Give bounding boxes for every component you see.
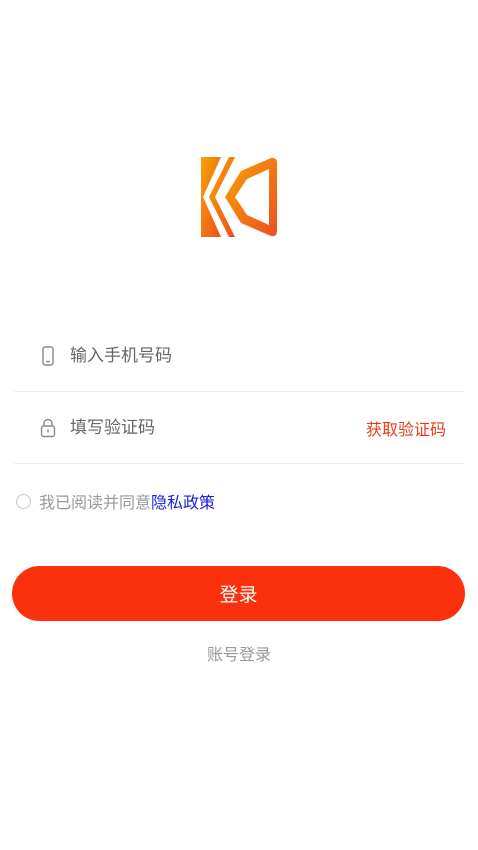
code-field: 获取验证码 xyxy=(14,392,464,464)
agree-text: 我已阅读并同意 xyxy=(39,493,152,512)
phone-icon xyxy=(38,345,58,367)
privacy-agreement: 我已阅读并同意 隐私政策 xyxy=(16,489,215,513)
agree-radio[interactable] xyxy=(16,493,31,509)
app-logo xyxy=(201,157,277,237)
lock-icon xyxy=(38,417,58,439)
get-code-button[interactable]: 获取验证码 xyxy=(366,416,446,440)
privacy-policy-link[interactable]: 隐私政策 xyxy=(151,489,215,513)
verification-code-input[interactable] xyxy=(70,412,366,443)
account-login-link[interactable]: 账号登录 xyxy=(0,641,478,665)
phone-field xyxy=(14,320,464,392)
phone-input[interactable] xyxy=(70,340,464,371)
login-button[interactable]: 登录 xyxy=(12,566,465,621)
